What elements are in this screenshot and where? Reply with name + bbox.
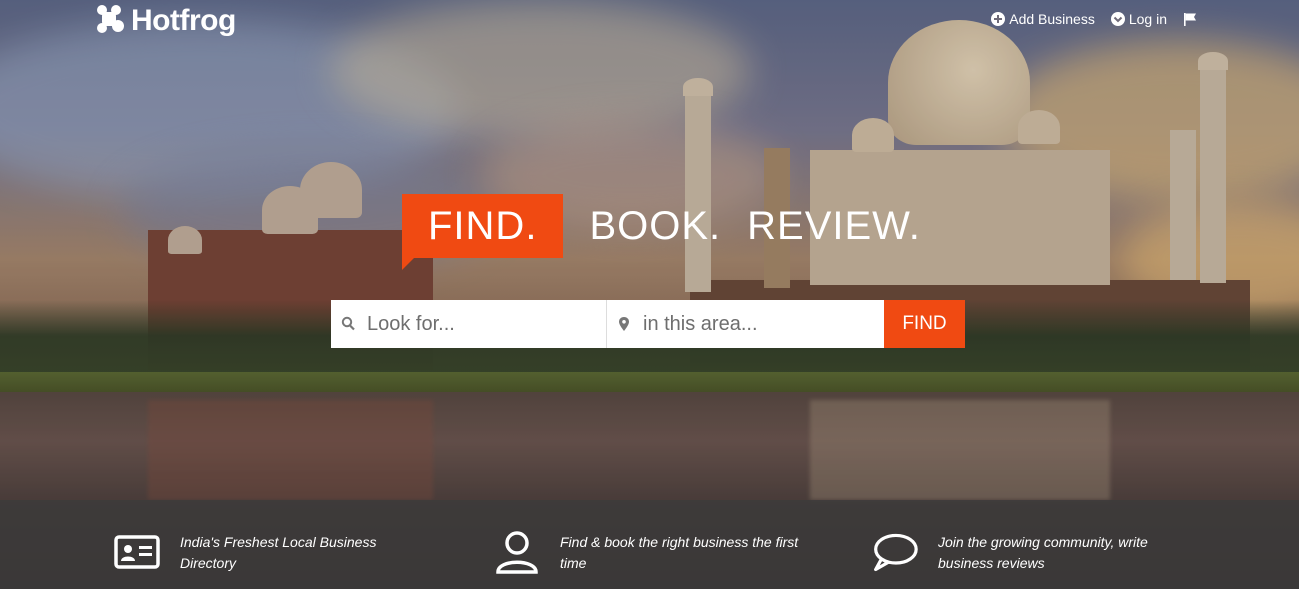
add-business-label: Add Business: [1009, 11, 1095, 27]
feature-find-book: Find & book the right business the first…: [494, 531, 800, 575]
feature-text: India's Freshest Local Business Director…: [180, 534, 377, 571]
user-icon: [496, 531, 538, 574]
search-input[interactable]: [365, 311, 589, 337]
logo-text: Hotfrog: [131, 4, 236, 37]
plus-circle-icon: [991, 12, 1006, 26]
features-band: India's Freshest Local Business Director…: [0, 500, 1299, 589]
feature-reviews: Join the growing community, write busine…: [872, 532, 1178, 575]
tagline: FIND. BOOK. REVIEW.: [402, 194, 921, 270]
speech-bubble-icon: [874, 533, 918, 572]
flag-icon: [1184, 13, 1196, 26]
find-button[interactable]: FIND: [884, 300, 965, 348]
tagline-find: FIND.: [402, 194, 564, 270]
search-icon: [341, 316, 355, 331]
what-field[interactable]: [331, 300, 607, 348]
chevron-down-circle-icon: [1110, 12, 1125, 26]
search-bar: FIND: [331, 300, 965, 348]
login-link[interactable]: Log in: [1110, 11, 1167, 27]
add-business-link[interactable]: Add Business: [991, 11, 1095, 27]
where-field[interactable]: [607, 300, 884, 348]
frog-logo-icon: [97, 5, 124, 33]
language-flag-button[interactable]: [1183, 12, 1197, 26]
id-card-icon: [114, 535, 160, 569]
feature-text: Join the growing community, write busine…: [938, 534, 1148, 571]
logo[interactable]: Hotfrog: [94, 4, 236, 38]
tagline-review: REVIEW.: [747, 203, 921, 248]
top-nav: Add Business Log in: [991, 11, 1197, 27]
feature-text: Find & book the right business the first…: [560, 534, 799, 571]
location-pin-icon: [619, 317, 629, 331]
tagline-book: BOOK.: [589, 203, 722, 248]
login-label: Log in: [1128, 11, 1167, 27]
hero-background: Hotfrog Add Business Log in FIND. BOOK. …: [0, 0, 1299, 589]
location-input[interactable]: [641, 311, 865, 337]
feature-directory: India's Freshest Local Business Director…: [114, 532, 420, 575]
